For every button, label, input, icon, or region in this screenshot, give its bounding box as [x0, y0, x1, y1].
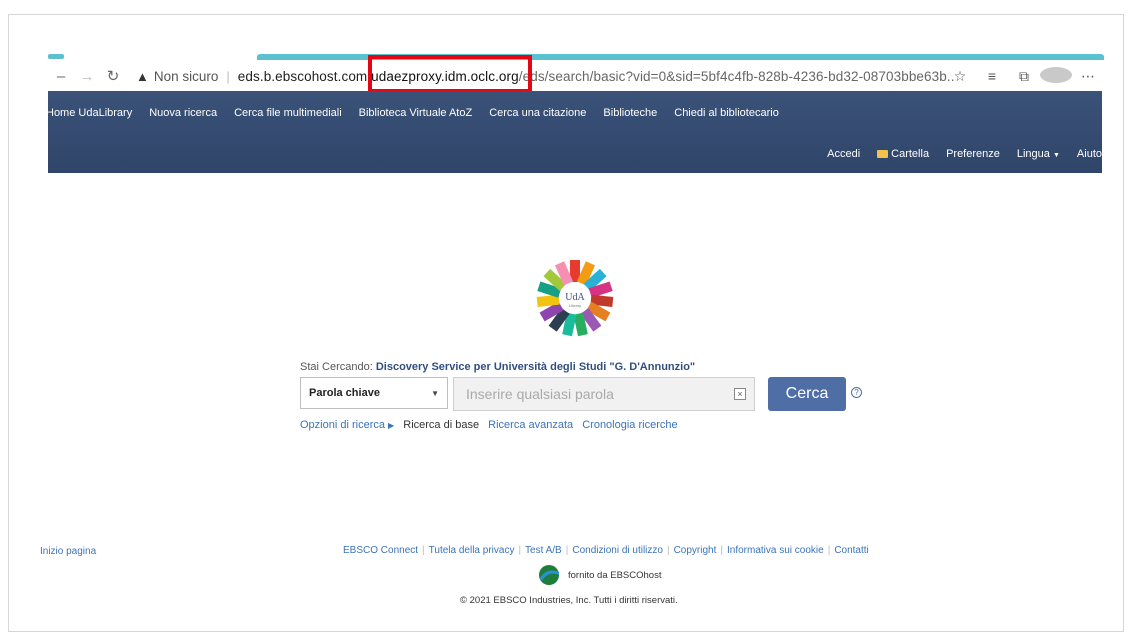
address-separator: |: [226, 68, 230, 84]
profile-icon[interactable]: [1040, 66, 1072, 86]
nav-biblioteca-virtuale[interactable]: Biblioteca Virtuale AtoZ: [359, 107, 473, 119]
collections-icon[interactable]: ⧉: [1008, 68, 1040, 85]
searching-info: Stai Cercando: Discovery Service per Uni…: [300, 361, 695, 373]
eds-header: Home UdaLibrary Nuova ricerca Cerca file…: [46, 91, 1102, 173]
uda-library-logo: UdA Library: [536, 260, 614, 337]
top-of-page-link[interactable]: Inizio pagina: [40, 546, 96, 557]
searching-target[interactable]: Discovery Service per Università degli S…: [376, 361, 695, 373]
url-path: /eds/search/basic?vid=0&sid=5bf4c4fb-828…: [518, 68, 956, 84]
nav-biblioteche[interactable]: Biblioteche: [603, 107, 657, 119]
footer-link-ebsco-connect[interactable]: EBSCO Connect: [343, 545, 418, 556]
logo-subtext: Library: [569, 303, 581, 308]
advanced-search-link[interactable]: Ricerca avanzata: [488, 419, 573, 431]
folder-icon: [877, 150, 889, 158]
accedi-link[interactable]: Accedi: [827, 148, 860, 160]
warning-icon: ▲: [136, 68, 149, 84]
ebsco-logo-icon: [539, 565, 559, 585]
footer-link-terms[interactable]: Condizioni di utilizzo: [572, 545, 663, 556]
search-options-link[interactable]: Opzioni di ricerca ▶: [300, 419, 394, 431]
forward-icon[interactable]: →: [74, 68, 100, 85]
address-bar[interactable]: ▲ Non sicuro | eds.b.ebscohost.com.udaez…: [136, 64, 956, 88]
chevron-down-icon: ▼: [1052, 152, 1060, 159]
search-options: Opzioni di ricerca ▶ Ricerca di base Ric…: [300, 419, 684, 431]
aiuto-link[interactable]: Aiuto: [1077, 148, 1102, 160]
more-icon[interactable]: ⋯: [1072, 68, 1104, 85]
cartella-link[interactable]: Cartella: [877, 148, 929, 160]
footer-link-cookies[interactable]: Informativa sui cookie: [727, 545, 824, 556]
lingua-label: Lingua: [1016, 148, 1050, 160]
chevron-down-icon: ▼: [431, 388, 439, 398]
basic-search-label: Ricerca di base: [403, 419, 480, 431]
nav-cerca-file-multimediali[interactable]: Cerca file multimediali: [234, 107, 342, 119]
footer-link-contacts[interactable]: Contatti: [834, 545, 868, 556]
clear-icon[interactable]: ×: [734, 388, 746, 400]
footer-links: EBSCO Connect | Tutela della privacy | Test …: [343, 545, 869, 556]
nav-chiedi-bibliotecario[interactable]: Chiedi al bibliotecario: [674, 107, 779, 119]
user-navigation: Accedi Cartella Preferenze Lingua ▼ Aiut…: [810, 135, 1102, 173]
footer-link-copyright[interactable]: Copyright: [674, 545, 717, 556]
footer-link-ab-test[interactable]: Test A/B: [525, 545, 562, 556]
powered-by: fornito da EBSCOhost: [538, 564, 661, 586]
back-icon[interactable]: –: [48, 68, 74, 85]
cartella-label: Cartella: [891, 148, 930, 160]
url-highlight-annotation: [368, 55, 532, 93]
search-field-select[interactable]: Parola chiave ▼: [300, 377, 448, 409]
lingua-menu[interactable]: Lingua ▼: [1017, 148, 1060, 160]
search-history-link[interactable]: Cronologia ricerche: [582, 419, 677, 431]
not-secure-label: Non sicuro: [153, 68, 219, 84]
search-input[interactable]: [453, 377, 755, 411]
powered-by-text: fornito da EBSCOhost: [568, 569, 662, 581]
nav-cerca-citazione[interactable]: Cerca una citazione: [489, 107, 586, 119]
nav-nuova-ricerca[interactable]: Nuova ricerca: [149, 107, 217, 119]
url-text[interactable]: eds.b.ebscohost.com.udaezproxy.idm.oclc.…: [238, 69, 956, 84]
browser-toolbar: – → ↻ ▲ Non sicuro | eds.b.ebscohost.com…: [48, 62, 1104, 90]
url-host: eds.b.ebscohost.com.: [237, 68, 372, 84]
help-icon[interactable]: ?: [851, 387, 862, 398]
footer-link-privacy[interactable]: Tutela della privacy: [429, 545, 515, 556]
logo-text: UdA: [565, 292, 585, 303]
favorites-icon[interactable]: ≡: [976, 68, 1008, 84]
arrow-right-icon: ▶: [388, 421, 395, 430]
nav-home-udalibrary[interactable]: Home UdaLibrary: [46, 107, 132, 119]
tab-strip: [48, 54, 1104, 60]
preferenze-link[interactable]: Preferenze: [946, 148, 1000, 160]
tab-indicator[interactable]: [48, 54, 64, 59]
searching-label: Stai Cercando:: [300, 361, 373, 373]
top-navigation: Home UdaLibrary Nuova ricerca Cerca file…: [46, 91, 796, 135]
copyright-text: © 2021 EBSCO Industries, Inc. Tutti i di…: [460, 595, 678, 606]
search-button[interactable]: Cerca: [768, 377, 846, 411]
add-favorite-icon[interactable]: ☆: [944, 68, 976, 85]
search-field-value: Parola chiave: [309, 387, 380, 399]
reload-icon[interactable]: ↻: [100, 67, 126, 85]
toolbar-actions: ☆ ≡ ⧉ ⋯: [944, 62, 1104, 90]
